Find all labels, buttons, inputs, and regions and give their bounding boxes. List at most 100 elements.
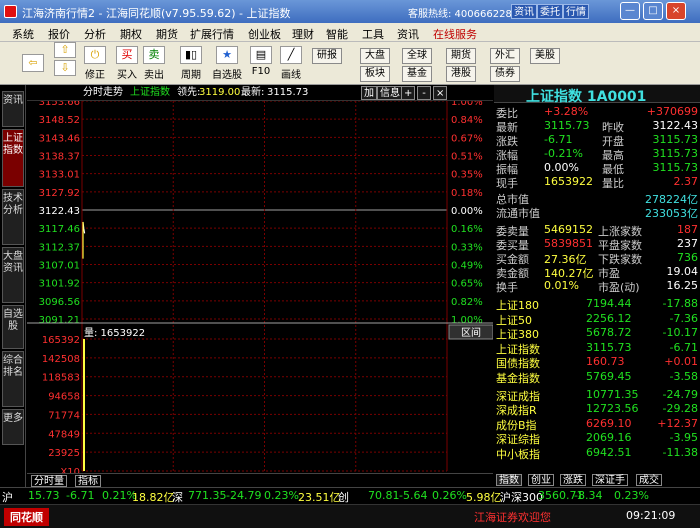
index-change: +12.37 <box>657 416 698 430</box>
index-name[interactable]: 上证指数 <box>496 341 540 357</box>
volume-tick: 118583 <box>42 373 80 384</box>
close-chart-button[interactable]: × <box>433 86 447 100</box>
sidetab-ranking[interactable]: 综合排名 <box>2 351 24 407</box>
tab-turnover[interactable]: 成交 <box>636 474 662 486</box>
price-tick-left: 3122.43 <box>39 206 80 217</box>
latest-value: 3115.73 <box>267 87 309 98</box>
menu-news[interactable]: 资讯 <box>397 26 419 42</box>
index-price: 160.73 <box>586 355 625 369</box>
volume-tick: 23925 <box>48 448 80 459</box>
menu-analysis[interactable]: 分析 <box>84 26 106 42</box>
buy-icon: 买 <box>116 46 138 64</box>
quote-row-value: 3115.73 <box>544 119 590 132</box>
news-button[interactable]: 资讯 <box>511 4 537 19</box>
index-name[interactable]: 基金指数 <box>496 370 540 386</box>
chart-title: 分时走势 <box>83 87 123 98</box>
index-name[interactable]: 上证50 <box>496 312 532 328</box>
fund-button[interactable]: 基金 <box>402 66 432 82</box>
menu-system[interactable]: 系统 <box>12 26 34 42</box>
index-change: -17.88 <box>662 297 698 310</box>
index-name[interactable]: 上证180 <box>496 297 539 313</box>
menu-tools[interactable]: 工具 <box>362 26 384 42</box>
volume-tick: 71774 <box>48 410 80 421</box>
status-item: -5.64 <box>399 489 428 502</box>
tab-gem[interactable]: 创业 <box>528 474 554 486</box>
price-tick-right: 0.00% <box>451 206 483 217</box>
tab-sz-hand[interactable]: 深证手 <box>592 474 628 486</box>
forex-button[interactable]: 外汇 <box>490 48 520 64</box>
f10-button[interactable]: ▤ F10 <box>250 46 272 77</box>
minimize-button[interactable]: — <box>620 2 640 20</box>
info-button[interactable]: 信息 <box>377 86 403 100</box>
correct-button[interactable]: ⏻ 修正 <box>84 46 106 81</box>
zoom-in-button[interactable]: + <box>401 86 415 100</box>
menu-options[interactable]: 期权 <box>120 26 142 42</box>
price-tick-left: 3117.46 <box>39 224 80 235</box>
us-stocks-button[interactable]: 美股 <box>530 48 560 64</box>
research-button[interactable]: 研报 <box>312 48 342 64</box>
zoom-out-button[interactable]: - <box>417 86 431 100</box>
index-name[interactable]: 深证综指 <box>496 431 540 447</box>
menu-smart[interactable]: 智能 <box>326 26 348 42</box>
index-price: 5678.72 <box>586 326 632 340</box>
scroll-buttons[interactable]: ⇧ ⇩ <box>54 42 76 78</box>
index-name[interactable]: 上证380 <box>496 326 539 342</box>
sidetab-more[interactable]: 更多 <box>2 409 24 445</box>
index-name[interactable]: 国债指数 <box>496 355 540 371</box>
sidetab-watchlist[interactable]: 自选股 <box>2 305 24 349</box>
sidetab-sh-index[interactable]: 上证指数 <box>2 129 24 187</box>
index-change: -3.58 <box>669 370 698 383</box>
back-arrow-icon: ⇦ <box>22 54 44 72</box>
menu-finance[interactable]: 理财 <box>292 26 314 42</box>
bonds-button[interactable]: 债券 <box>490 66 520 82</box>
quote-button[interactable]: 行情 <box>563 4 589 19</box>
close-button[interactable]: × <box>666 2 686 20</box>
lead-label: 领先: <box>177 87 201 98</box>
draw-line-button[interactable]: ╱ 画线 <box>280 46 302 81</box>
window-title: 江海济南行情2 - 江海同花顺(v7.95.59.62) - 上证指数 <box>22 7 291 20</box>
back-button[interactable]: ⇦ <box>22 54 44 74</box>
index-name[interactable]: 成份B指 <box>496 417 537 433</box>
tab-indicator[interactable]: 指标 <box>75 475 101 487</box>
maximize-button[interactable]: □ <box>643 2 663 20</box>
sidetab-technical[interactable]: 技术分析 <box>2 189 24 245</box>
status-item: 5.98亿 <box>466 491 502 504</box>
sector-button[interactable]: 板块 <box>360 66 390 82</box>
chart-bottom-tabs: 分时量 指标 <box>27 473 493 487</box>
index-name[interactable]: 中小板指 <box>496 446 540 462</box>
sell-button[interactable]: 卖卖出 <box>143 46 165 81</box>
index-name[interactable]: 深证成指 <box>496 388 540 404</box>
tab-volume[interactable]: 分时量 <box>31 475 67 487</box>
price-tick-left: 3138.37 <box>39 152 80 163</box>
volume-label: 量: 1653922 <box>84 327 145 339</box>
tab-updown[interactable]: 涨跌 <box>560 474 586 486</box>
status-item: 沪深300 <box>500 491 543 504</box>
futures-button[interactable]: 期货 <box>446 48 476 64</box>
price-volume-chart[interactable]: 3153.66 1.00% 3148.52 0.84% 3143.46 0.67% 3138… <box>27 101 493 487</box>
trade-button[interactable]: 委托 <box>537 4 563 19</box>
watchlist-button[interactable]: ★ 自选股 <box>212 46 242 81</box>
menu-quote[interactable]: 报价 <box>48 26 70 42</box>
menu-gem[interactable]: 创业板 <box>248 26 281 42</box>
correct-icon: ⏻ <box>84 46 106 64</box>
global-button[interactable]: 全球 <box>402 48 432 64</box>
index-name[interactable]: 深成指R <box>496 402 537 418</box>
index-change: -10.17 <box>662 326 698 340</box>
menu-online-service[interactable]: 在线服务 <box>433 26 477 42</box>
tab-index[interactable]: 指数 <box>496 474 522 486</box>
index-price: 5769.45 <box>586 370 632 383</box>
quote-panel: 上证指数 1A0001 委比 +3.28% +370699 最新 3115.73 昨收 312… <box>494 85 700 473</box>
period-button[interactable]: ▮▯ 周期 <box>180 46 202 81</box>
index-price: 6269.10 <box>586 416 632 430</box>
buy-button[interactable]: 买买入 <box>116 46 138 81</box>
quote-bottom-tabs: 指数 创业 涨跌 深证手 成交 <box>494 473 700 487</box>
menu-extended[interactable]: 扩展行情 <box>190 26 234 42</box>
menu-futures[interactable]: 期货 <box>156 26 178 42</box>
market-button[interactable]: 大盘 <box>360 48 390 64</box>
sidetab-market-news[interactable]: 大盘资讯 <box>2 247 24 303</box>
price-tick-right: 0.33% <box>451 242 483 253</box>
quote-row-value2: 3115.73 <box>652 147 699 160</box>
sidetab-news[interactable]: 资讯 <box>2 91 24 127</box>
hk-stocks-button[interactable]: 港股 <box>446 66 476 82</box>
add-button[interactable]: 加 <box>361 86 377 100</box>
